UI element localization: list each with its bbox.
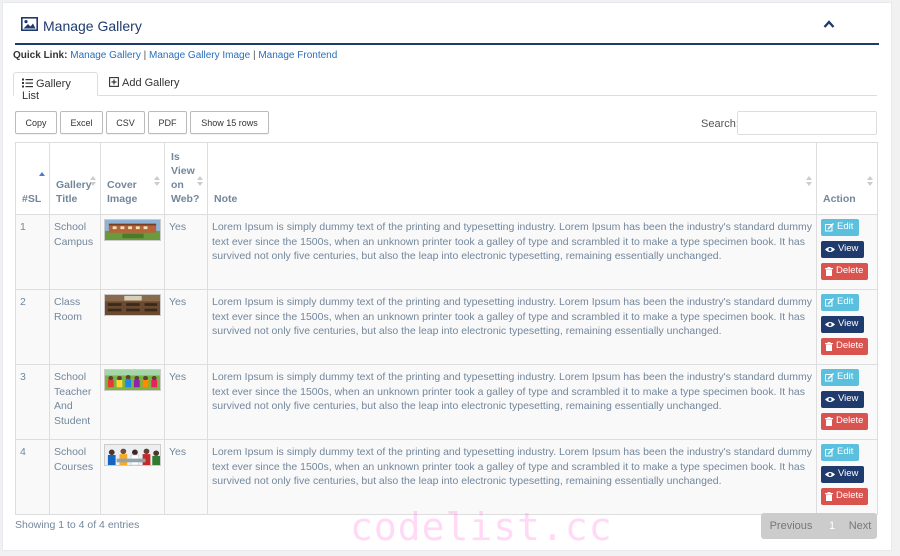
column-header-action[interactable]: Action: [816, 142, 878, 215]
row-note: Lorem Ipsum is simply dummy text of the …: [207, 214, 817, 290]
edit-icon: [825, 373, 834, 382]
table-row: 3 School Teacher And Student Yes Lorem I…: [15, 364, 878, 440]
image-icon: [21, 17, 38, 31]
list-icon: [22, 78, 33, 88]
row-sl: 4: [15, 439, 50, 515]
pdf-button[interactable]: PDF: [148, 111, 187, 134]
plus-square-icon: [109, 77, 119, 87]
eye-icon: [825, 322, 835, 327]
view-button[interactable]: View: [821, 466, 864, 483]
edit-button[interactable]: Edit: [821, 219, 859, 236]
table-row: 1 School Campus Yes Lorem Ipsum is simpl…: [15, 214, 878, 290]
edit-button[interactable]: Edit: [821, 444, 859, 461]
row-sl: 1: [15, 214, 50, 290]
classroom-thumbnail: [104, 294, 161, 316]
quick-link-manage-frontend[interactable]: Manage Frontend: [258, 50, 337, 61]
trash-icon: [825, 417, 833, 426]
delete-button[interactable]: Delete: [821, 413, 868, 430]
row-title: School Teacher And Student: [49, 364, 101, 440]
row-note: Lorem Ipsum is simply dummy text of the …: [207, 364, 817, 440]
column-header-note[interactable]: Note: [207, 142, 817, 215]
watermark: codelist.cc: [350, 505, 613, 549]
row-view-on-web: Yes: [164, 289, 208, 365]
quick-link-label: Quick Link:: [13, 50, 68, 61]
tab-bar: Gallery List Add Gallery: [13, 72, 877, 102]
column-header-is-view-on-web[interactable]: Is View on Web?: [164, 142, 208, 215]
page-1-button[interactable]: 1: [821, 513, 843, 539]
search-input[interactable]: [737, 111, 877, 135]
quick-link-separator: |: [143, 50, 147, 61]
sort-icon: [806, 176, 812, 186]
row-cover-image: [100, 289, 165, 365]
delete-button[interactable]: Delete: [821, 488, 868, 505]
row-note: Lorem Ipsum is simply dummy text of the …: [207, 289, 817, 365]
eye-icon: [825, 397, 835, 402]
gallery-table: #SL Gallery Title Cover Image Is View on…: [15, 142, 878, 515]
edit-button[interactable]: Edit: [821, 294, 859, 311]
row-title: School Campus: [49, 214, 101, 290]
row-title: School Courses: [49, 439, 101, 515]
row-sl: 3: [15, 364, 50, 440]
row-cover-image: [100, 364, 165, 440]
quick-link-manage-gallery[interactable]: Manage Gallery: [70, 50, 141, 61]
row-view-on-web: Yes: [164, 364, 208, 440]
courses-thumbnail: [104, 444, 161, 466]
school-campus-thumbnail: [104, 219, 161, 241]
view-button[interactable]: View: [821, 316, 864, 333]
panel-header: Manage Gallery: [15, 3, 879, 45]
row-sl: 2: [15, 289, 50, 365]
row-note: Lorem Ipsum is simply dummy text of the …: [207, 439, 817, 515]
tab-add-gallery[interactable]: Add Gallery: [101, 72, 187, 96]
sort-icon: [197, 176, 203, 186]
quick-link-manage-gallery-image[interactable]: Manage Gallery Image: [149, 50, 250, 61]
search-label: Search:: [701, 118, 739, 130]
row-actions: Edit View Delete: [816, 439, 878, 515]
row-title: Class Room: [49, 289, 101, 365]
previous-page-button[interactable]: Previous: [761, 513, 821, 539]
quick-links: Quick Link: Manage Gallery | Manage Gall…: [13, 50, 337, 61]
row-actions: Edit View Delete: [816, 289, 878, 365]
table-info: Showing 1 to 4 of 4 entries: [15, 519, 140, 531]
page-title: Manage Gallery: [43, 18, 142, 34]
sort-asc-icon: [39, 172, 45, 176]
view-button[interactable]: View: [821, 241, 864, 258]
column-header-cover-image[interactable]: Cover Image: [100, 142, 165, 215]
row-view-on-web: Yes: [164, 439, 208, 515]
pagination: Previous 1 Next: [761, 513, 877, 539]
table-row: 2 Class Room Yes Lorem Ipsum is simply d…: [15, 289, 878, 365]
row-actions: Edit View Delete: [816, 364, 878, 440]
edit-button[interactable]: Edit: [821, 369, 859, 386]
column-header-sl[interactable]: #SL: [15, 142, 50, 215]
eye-icon: [825, 247, 835, 252]
edit-icon: [825, 223, 834, 232]
view-button[interactable]: View: [821, 391, 864, 408]
tab-label: Add Gallery: [122, 77, 180, 89]
sort-icon: [867, 176, 873, 186]
chevron-up-icon[interactable]: [823, 19, 835, 29]
delete-button[interactable]: Delete: [821, 263, 868, 280]
table-row: 4 School Courses Yes Lorem Ipsum is simp…: [15, 439, 878, 515]
row-cover-image: [100, 439, 165, 515]
row-actions: Edit View Delete: [816, 214, 878, 290]
sort-icon: [90, 176, 96, 186]
row-cover-image: [100, 214, 165, 290]
copy-button[interactable]: Copy: [15, 111, 57, 134]
sort-icon: [154, 176, 160, 186]
tab-gallery-list[interactable]: Gallery List: [13, 72, 98, 102]
trash-icon: [825, 492, 833, 501]
trash-icon: [825, 267, 833, 276]
next-page-button[interactable]: Next: [843, 513, 877, 539]
teacher-students-thumbnail: [104, 369, 161, 391]
excel-button[interactable]: Excel: [60, 111, 103, 134]
quick-link-separator: |: [252, 50, 256, 61]
edit-icon: [825, 298, 834, 307]
trash-icon: [825, 342, 833, 351]
csv-button[interactable]: CSV: [106, 111, 145, 134]
column-header-title[interactable]: Gallery Title: [49, 142, 101, 215]
show-rows-button[interactable]: Show 15 rows: [190, 111, 269, 134]
row-view-on-web: Yes: [164, 214, 208, 290]
eye-icon: [825, 472, 835, 477]
delete-button[interactable]: Delete: [821, 338, 868, 355]
edit-icon: [825, 448, 834, 457]
